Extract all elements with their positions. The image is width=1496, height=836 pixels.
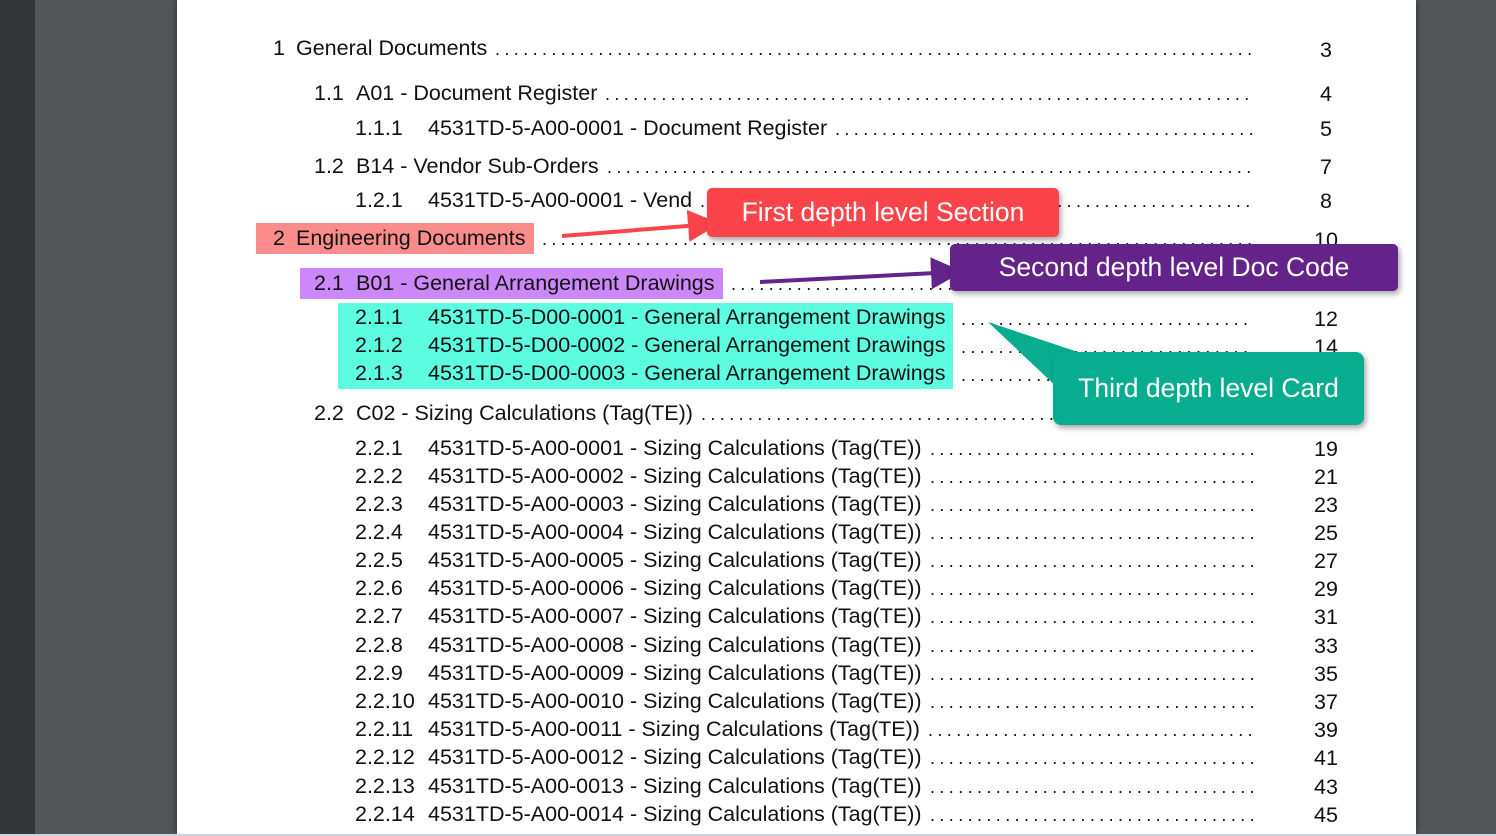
callout-text: Second depth level Doc Code [998,252,1350,282]
callout-text: Third depth level Card [1078,373,1339,403]
callout-text: First depth level Section [741,197,1025,227]
doccode-callout-arrow [759,257,963,290]
callout-third-depth-card: Third depth level Card [1053,352,1364,425]
callout-first-depth-section: First depth level Section [707,188,1059,237]
section-callout-arrow [561,209,720,242]
callout-second-depth-doccode: Second depth level Doc Code [950,244,1398,291]
